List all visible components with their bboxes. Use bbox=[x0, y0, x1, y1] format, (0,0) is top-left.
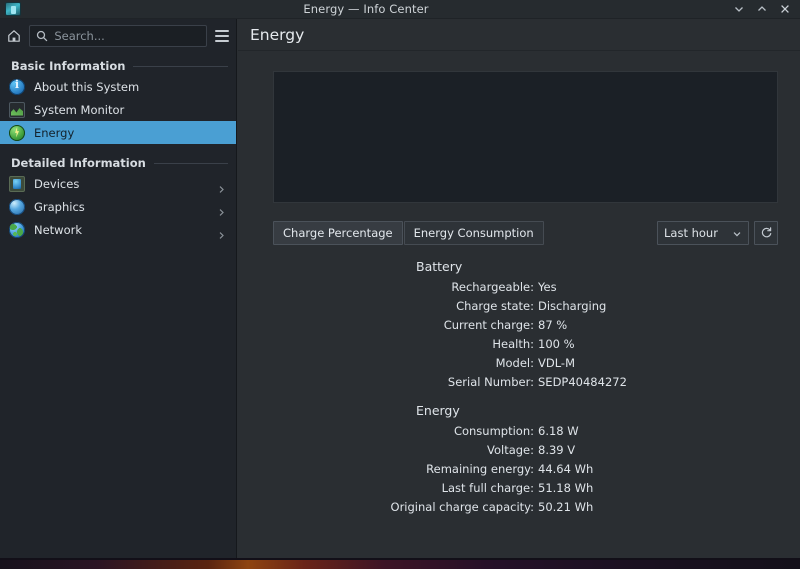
sidebar-toolbar bbox=[0, 19, 236, 53]
sidebar-item-label: Energy bbox=[34, 125, 75, 140]
info-label: Last full charge: bbox=[441, 481, 534, 495]
info-label: Model: bbox=[495, 356, 534, 370]
info-value: Yes bbox=[538, 280, 557, 294]
group-title: Energy bbox=[416, 403, 460, 418]
search-icon bbox=[36, 27, 48, 46]
hamburger-menu-icon[interactable] bbox=[213, 25, 230, 47]
info-value: 8.39 V bbox=[538, 443, 576, 457]
sidebar-item-label: Graphics bbox=[34, 199, 85, 214]
info-center-icon bbox=[5, 2, 21, 16]
info-label: Charge state: bbox=[456, 299, 534, 313]
info-value: SEDP40484272 bbox=[538, 375, 627, 389]
info-row: Remaining energy: 44.64 Wh bbox=[238, 460, 800, 479]
info-label: Current charge: bbox=[443, 318, 534, 332]
search-box[interactable] bbox=[29, 25, 208, 47]
group-title: Battery bbox=[416, 259, 463, 274]
info-value: 100 % bbox=[538, 337, 575, 351]
sidebar-item-label: About this System bbox=[34, 79, 140, 94]
graphics-icon bbox=[9, 198, 25, 215]
minimize-icon[interactable] bbox=[733, 3, 745, 15]
sidebar-item-graphics[interactable]: Graphics bbox=[0, 195, 236, 218]
info-label: Health: bbox=[492, 337, 534, 351]
info-value: 44.64 Wh bbox=[538, 462, 594, 476]
maximize-icon[interactable] bbox=[756, 3, 768, 15]
energy-chart-panel bbox=[273, 71, 778, 203]
info-value: 50.21 Wh bbox=[538, 500, 594, 514]
sidebar-section-detailed-information: Detailed Information bbox=[0, 154, 236, 172]
chevron-right-icon bbox=[217, 225, 226, 239]
tab-charge-percentage[interactable]: Charge Percentage bbox=[273, 221, 403, 245]
sidebar-item-devices[interactable]: Devices bbox=[0, 172, 236, 195]
window-title: Energy — Info Center bbox=[303, 2, 429, 16]
section-divider bbox=[153, 162, 228, 164]
desktop-wallpaper-strip bbox=[0, 558, 800, 569]
sidebar-item-label: Devices bbox=[34, 176, 80, 191]
sidebar-section-label: Detailed Information bbox=[11, 156, 146, 170]
window-controls bbox=[733, 3, 791, 15]
info-center-window: Energy — Info Center Search... Basic Inf… bbox=[0, 0, 800, 569]
info-label: Rechargeable: bbox=[451, 280, 534, 294]
section-divider bbox=[133, 65, 228, 67]
chevron-right-icon bbox=[217, 202, 226, 216]
info-value: 6.18 W bbox=[538, 424, 579, 438]
sidebar-item-network[interactable]: Network bbox=[0, 218, 236, 241]
sidebar-section-label: Basic Information bbox=[11, 59, 126, 73]
info-label: Original charge capacity: bbox=[390, 500, 534, 514]
info-value: 51.18 Wh bbox=[538, 481, 594, 495]
info-row: Current charge: 87 % bbox=[238, 316, 800, 335]
content-header: Energy bbox=[238, 19, 800, 51]
sidebar-item-system-monitor[interactable]: System Monitor bbox=[0, 98, 236, 121]
info-label: Remaining energy: bbox=[426, 462, 534, 476]
info-row: Model: VDL-M bbox=[238, 354, 800, 373]
info-group-energy: Energy Consumption: 6.18 W Voltage: 8.39… bbox=[238, 403, 800, 517]
devices-icon bbox=[9, 175, 25, 192]
refresh-icon bbox=[760, 224, 773, 243]
close-icon[interactable] bbox=[779, 3, 791, 15]
chevron-right-icon bbox=[217, 179, 226, 193]
sidebar-item-energy[interactable]: Energy bbox=[0, 121, 236, 144]
info-row: Rechargeable: Yes bbox=[238, 278, 800, 297]
info-label: Consumption: bbox=[453, 424, 534, 438]
info-row: Health: 100 % bbox=[238, 335, 800, 354]
sidebar: Basic Information About this System Syst… bbox=[0, 19, 237, 558]
chart-toolbar: Charge Percentage Energy Consumption Las… bbox=[273, 221, 778, 245]
info-row: Serial Number: SEDP40484272 bbox=[238, 373, 800, 392]
sidebar-section-basic-information: Basic Information bbox=[0, 57, 236, 75]
titlebar: Energy — Info Center bbox=[0, 0, 800, 19]
info-icon bbox=[9, 78, 25, 95]
info-label: Voltage: bbox=[486, 443, 534, 457]
info-row: Last full charge: 51.18 Wh bbox=[238, 479, 800, 498]
content-area: Energy Charge Percentage Energy Consumpt… bbox=[238, 19, 800, 558]
network-icon bbox=[9, 221, 25, 238]
chevron-down-icon bbox=[732, 224, 742, 243]
home-icon[interactable] bbox=[5, 25, 23, 47]
info-row: Voltage: 8.39 V bbox=[238, 441, 800, 460]
time-range-value: Last hour bbox=[664, 226, 718, 240]
sidebar-item-about-this-system[interactable]: About this System bbox=[0, 75, 236, 98]
info-label: Serial Number: bbox=[447, 375, 534, 389]
time-range-select[interactable]: Last hour bbox=[657, 221, 749, 245]
info-value: 87 % bbox=[538, 318, 568, 332]
energy-icon bbox=[9, 124, 25, 141]
tab-energy-consumption[interactable]: Energy Consumption bbox=[403, 221, 544, 245]
refresh-button[interactable] bbox=[754, 221, 778, 245]
sidebar-item-label: System Monitor bbox=[34, 102, 125, 117]
search-input[interactable] bbox=[54, 29, 201, 43]
info-group-battery: Battery Rechargeable: Yes Charge state: … bbox=[238, 259, 800, 392]
page-title: Energy bbox=[250, 25, 305, 44]
system-monitor-icon bbox=[9, 101, 25, 118]
info-value: Discharging bbox=[538, 299, 607, 313]
info-row: Original charge capacity: 50.21 Wh bbox=[238, 498, 800, 517]
info-row: Charge state: Discharging bbox=[238, 297, 800, 316]
info-value: VDL-M bbox=[538, 356, 575, 370]
sidebar-item-label: Network bbox=[34, 222, 83, 237]
info-row: Consumption: 6.18 W bbox=[238, 422, 800, 441]
